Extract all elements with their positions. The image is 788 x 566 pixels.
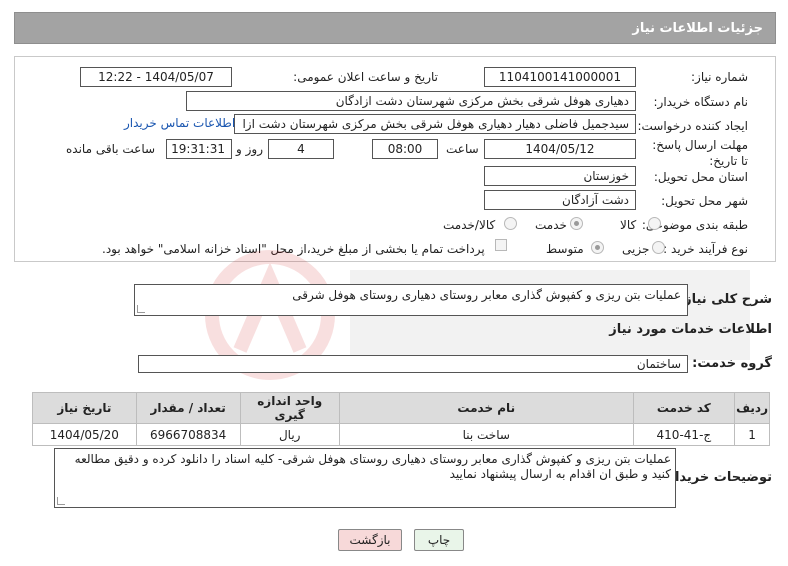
announce-label: تاریخ و ساعت اعلان عمومی:: [293, 70, 438, 84]
province-field: خوزستان: [484, 166, 636, 186]
cell-unit: ریال: [239, 423, 340, 446]
cell-quantity: 6966708834: [135, 423, 241, 446]
buyer-notes-label: توضیحات خریدار:: [662, 470, 772, 485]
category-goods-radio[interactable]: [648, 217, 661, 230]
col-service-name: نام خدمت: [338, 392, 634, 424]
cell-service-name: ساخت بنا: [338, 423, 634, 446]
province-label: استان محل تحویل:: [653, 170, 748, 184]
city-field: دشت آزادگان: [484, 190, 636, 210]
summary-text: عملیات بتن ریزی و کفپوش گذاری معابر روست…: [292, 288, 681, 302]
page-title-bar: جزئیات اطلاعات نیاز: [14, 12, 776, 44]
buyer-notes-text: عملیات بتن ریزی و کفپوش گذاری معابر روست…: [74, 452, 671, 481]
cell-row-number: 1: [734, 423, 770, 446]
service-group-field: ساختمان: [138, 355, 688, 373]
contact-info-link[interactable]: اطلاعات تماس خریدار: [124, 116, 235, 130]
deadline-label: مهلت ارسال پاسخ: تا تاریخ:: [652, 138, 748, 168]
page-title: جزئیات اطلاعات نیاز: [632, 21, 763, 36]
print-button[interactable]: چاپ: [414, 529, 464, 551]
back-button[interactable]: بازگشت: [338, 529, 402, 551]
col-unit: واحد اندازه گیری: [239, 392, 340, 424]
city-label: شهر محل تحویل:: [661, 194, 748, 208]
cell-need-date: 1404/05/20: [32, 423, 137, 446]
deadline-time-field: 08:00: [372, 139, 438, 159]
col-row-number: ردیف: [734, 392, 770, 424]
category-goods-service-label: کالا/خدمت: [443, 218, 496, 232]
deadline-date-field: 1404/05/12: [484, 139, 636, 159]
summary-label: شرح کلی نیاز:: [678, 292, 772, 307]
summary-box: عملیات بتن ریزی و کفپوش گذاری معابر روست…: [134, 284, 688, 316]
requester-field: سیدجمیل فاضلی دهیار دهیاری هوفل شرقی بخش…: [234, 114, 636, 134]
days-field: 4: [268, 139, 334, 159]
services-table-header: ردیف کد خدمت نام خدمت واحد اندازه گیری ت…: [32, 392, 770, 424]
need-number-field: 1104100141000001: [484, 67, 636, 87]
requester-label: ایجاد کننده درخواست:: [637, 119, 748, 133]
services-table: ردیف کد خدمت نام خدمت واحد اندازه گیری ت…: [32, 392, 770, 446]
resize-handle-icon[interactable]: [137, 305, 145, 313]
days-label: روز و: [236, 142, 263, 156]
resize-handle-icon[interactable]: [57, 497, 65, 505]
cell-service-code: ج-41-410: [632, 423, 736, 446]
announce-field: 1404/05/07 - 12:22: [80, 67, 232, 87]
category-service-label: خدمت: [535, 218, 567, 232]
buyer-org-field: دهیاری هوفل شرقی بخش مرکزی شهرستان دشت ا…: [186, 91, 636, 111]
remaining-label: ساعت باقی مانده: [66, 142, 156, 156]
time-label: ساعت: [446, 142, 479, 156]
col-quantity: تعداد / مقدار: [135, 392, 241, 424]
need-number-label: شماره نیاز:: [691, 70, 748, 84]
col-need-date: تاریخ نیاز: [32, 392, 137, 424]
category-service-radio[interactable]: [570, 217, 583, 230]
services-section-title: اطلاعات خدمات مورد نیاز: [609, 322, 772, 337]
col-service-code: کد خدمت: [632, 392, 736, 424]
buyer-org-label: نام دستگاه خریدار:: [653, 95, 749, 109]
remaining-time-field: 19:31:31: [166, 139, 232, 159]
service-group-label: گروه خدمت:: [692, 356, 772, 371]
category-goods-service-radio[interactable]: [504, 217, 517, 230]
category-goods-label: کالا: [620, 218, 637, 232]
table-row: 1 ج-41-410 ساخت بنا ریال 6966708834 1404…: [32, 423, 770, 446]
buyer-notes-box: عملیات بتن ریزی و کفپوش گذاری معابر روست…: [54, 448, 676, 508]
